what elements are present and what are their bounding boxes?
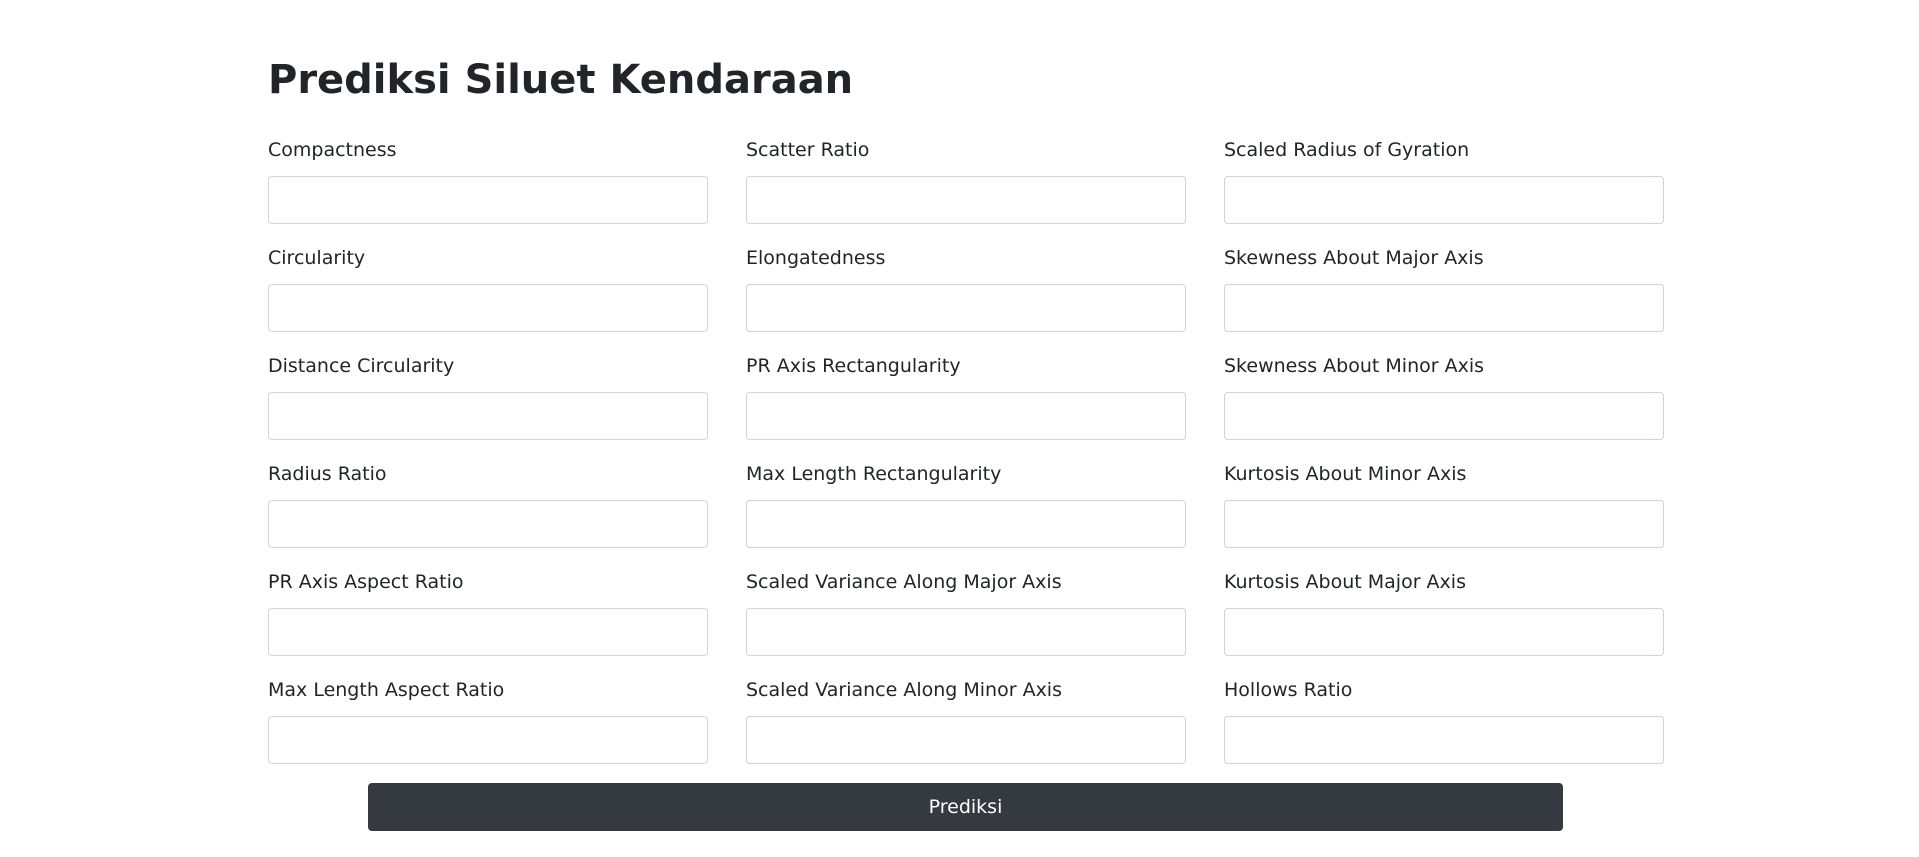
field-skewness-about-minor-axis: Skewness About Minor Axis (1224, 354, 1664, 442)
scatter-ratio-input[interactable] (746, 176, 1186, 224)
elongatedness-input[interactable] (746, 284, 1186, 332)
distance-circularity-label: Distance Circularity (268, 355, 455, 377)
scaled-variance-along-minor-axis-label: Scaled Variance Along Minor Axis (746, 679, 1062, 701)
scaled-variance-along-minor-axis-input[interactable] (746, 716, 1186, 764)
pr-axis-rectangularity-input[interactable] (746, 392, 1186, 440)
skewness-about-major-axis-input[interactable] (1224, 284, 1664, 332)
page-title: Prediksi Siluet Kendaraan (268, 57, 854, 103)
hollows-ratio-label: Hollows Ratio (1224, 679, 1353, 701)
max-length-aspect-ratio-label: Max Length Aspect Ratio (268, 679, 505, 701)
field-radius-ratio: Radius Ratio (268, 462, 708, 550)
field-max-length-aspect-ratio: Max Length Aspect Ratio (268, 678, 708, 766)
pr-axis-aspect-ratio-input[interactable] (268, 608, 708, 656)
field-skewness-about-major-axis: Skewness About Major Axis (1224, 246, 1664, 334)
field-max-length-rectangularity: Max Length Rectangularity (746, 462, 1186, 550)
field-circularity: Circularity (268, 246, 708, 334)
distance-circularity-input[interactable] (268, 392, 708, 440)
circularity-label: Circularity (268, 247, 366, 269)
hollows-ratio-input[interactable] (1224, 716, 1664, 764)
field-scatter-ratio: Scatter Ratio (746, 138, 1186, 226)
field-elongatedness: Elongatedness (746, 246, 1186, 334)
kurtosis-about-minor-axis-input[interactable] (1224, 500, 1664, 548)
elongatedness-label: Elongatedness (746, 247, 886, 269)
scaled-variance-along-major-axis-label: Scaled Variance Along Major Axis (746, 571, 1062, 593)
circularity-input[interactable] (268, 284, 708, 332)
kurtosis-about-major-axis-label: Kurtosis About Major Axis (1224, 571, 1466, 593)
field-kurtosis-about-major-axis: Kurtosis About Major Axis (1224, 570, 1664, 658)
field-compactness: Compactness (268, 138, 708, 226)
skewness-about-minor-axis-input[interactable] (1224, 392, 1664, 440)
field-pr-axis-aspect-ratio: PR Axis Aspect Ratio (268, 570, 708, 658)
skewness-about-minor-axis-label: Skewness About Minor Axis (1224, 355, 1485, 377)
max-length-rectangularity-input[interactable] (746, 500, 1186, 548)
field-kurtosis-about-minor-axis: Kurtosis About Minor Axis (1224, 462, 1664, 550)
kurtosis-about-major-axis-input[interactable] (1224, 608, 1664, 656)
skewness-about-major-axis-label: Skewness About Major Axis (1224, 247, 1484, 269)
field-pr-axis-rectangularity: PR Axis Rectangularity (746, 354, 1186, 442)
scaled-radius-of-gyration-input[interactable] (1224, 176, 1664, 224)
field-scaled-variance-along-minor-axis: Scaled Variance Along Minor Axis (746, 678, 1186, 766)
pr-axis-rectangularity-label: PR Axis Rectangularity (746, 355, 961, 377)
compactness-label: Compactness (268, 139, 397, 161)
radius-ratio-label: Radius Ratio (268, 463, 387, 485)
compactness-input[interactable] (268, 176, 708, 224)
prediksi-button[interactable]: Prediksi (368, 783, 1563, 831)
pr-axis-aspect-ratio-label: PR Axis Aspect Ratio (268, 571, 464, 593)
kurtosis-about-minor-axis-label: Kurtosis About Minor Axis (1224, 463, 1467, 485)
scatter-ratio-label: Scatter Ratio (746, 139, 870, 161)
max-length-rectangularity-label: Max Length Rectangularity (746, 463, 1002, 485)
radius-ratio-input[interactable] (268, 500, 708, 548)
field-scaled-radius-of-gyration: Scaled Radius of Gyration (1224, 138, 1664, 226)
field-distance-circularity: Distance Circularity (268, 354, 708, 442)
scaled-radius-of-gyration-label: Scaled Radius of Gyration (1224, 139, 1470, 161)
scaled-variance-along-major-axis-input[interactable] (746, 608, 1186, 656)
prediction-form: Compactness Scatter Ratio Scaled Radius … (268, 138, 1664, 766)
max-length-aspect-ratio-input[interactable] (268, 716, 708, 764)
field-hollows-ratio: Hollows Ratio (1224, 678, 1664, 766)
field-scaled-variance-along-major-axis: Scaled Variance Along Major Axis (746, 570, 1186, 658)
